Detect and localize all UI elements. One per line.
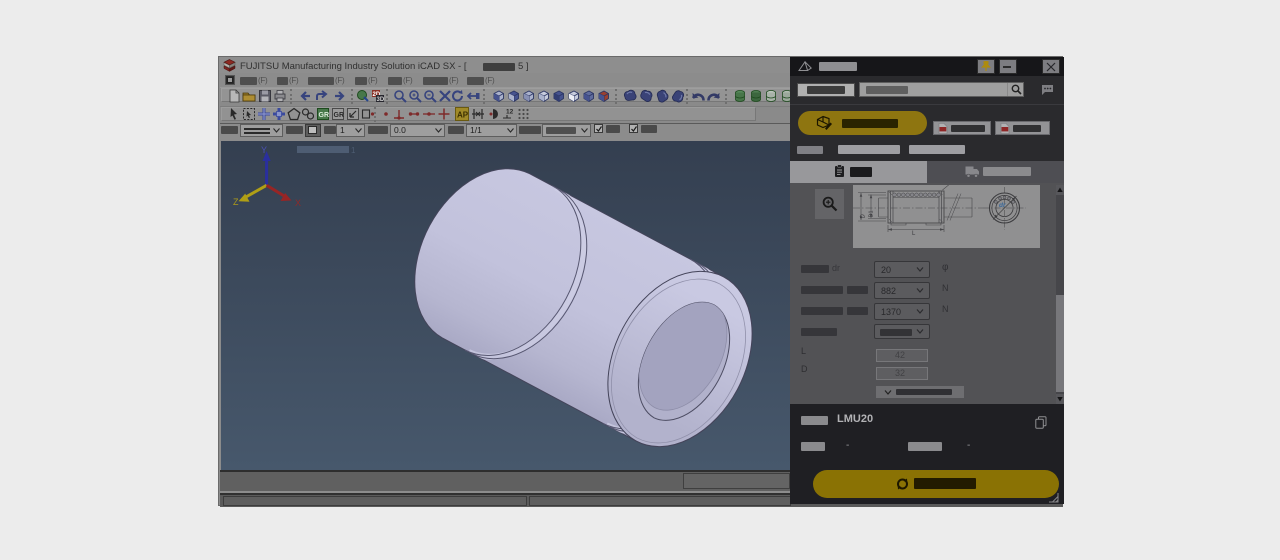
svg-text:1: 1 xyxy=(351,146,356,155)
svg-text:D: D xyxy=(861,214,867,219)
svg-text:X: X xyxy=(295,198,301,208)
svg-text:3D: 3D xyxy=(377,97,385,103)
svg-text:L: L xyxy=(912,231,916,237)
svg-text:Z: Z xyxy=(233,197,239,207)
svg-text:GR: GR xyxy=(334,112,345,119)
svg-text:12: 12 xyxy=(506,109,514,116)
svg-text:AP: AP xyxy=(457,111,469,120)
svg-text:dr: dr xyxy=(999,202,1006,209)
svg-text:D1: D1 xyxy=(869,210,875,217)
svg-text:Y: Y xyxy=(261,145,267,155)
svg-text:GR: GR xyxy=(319,112,330,119)
